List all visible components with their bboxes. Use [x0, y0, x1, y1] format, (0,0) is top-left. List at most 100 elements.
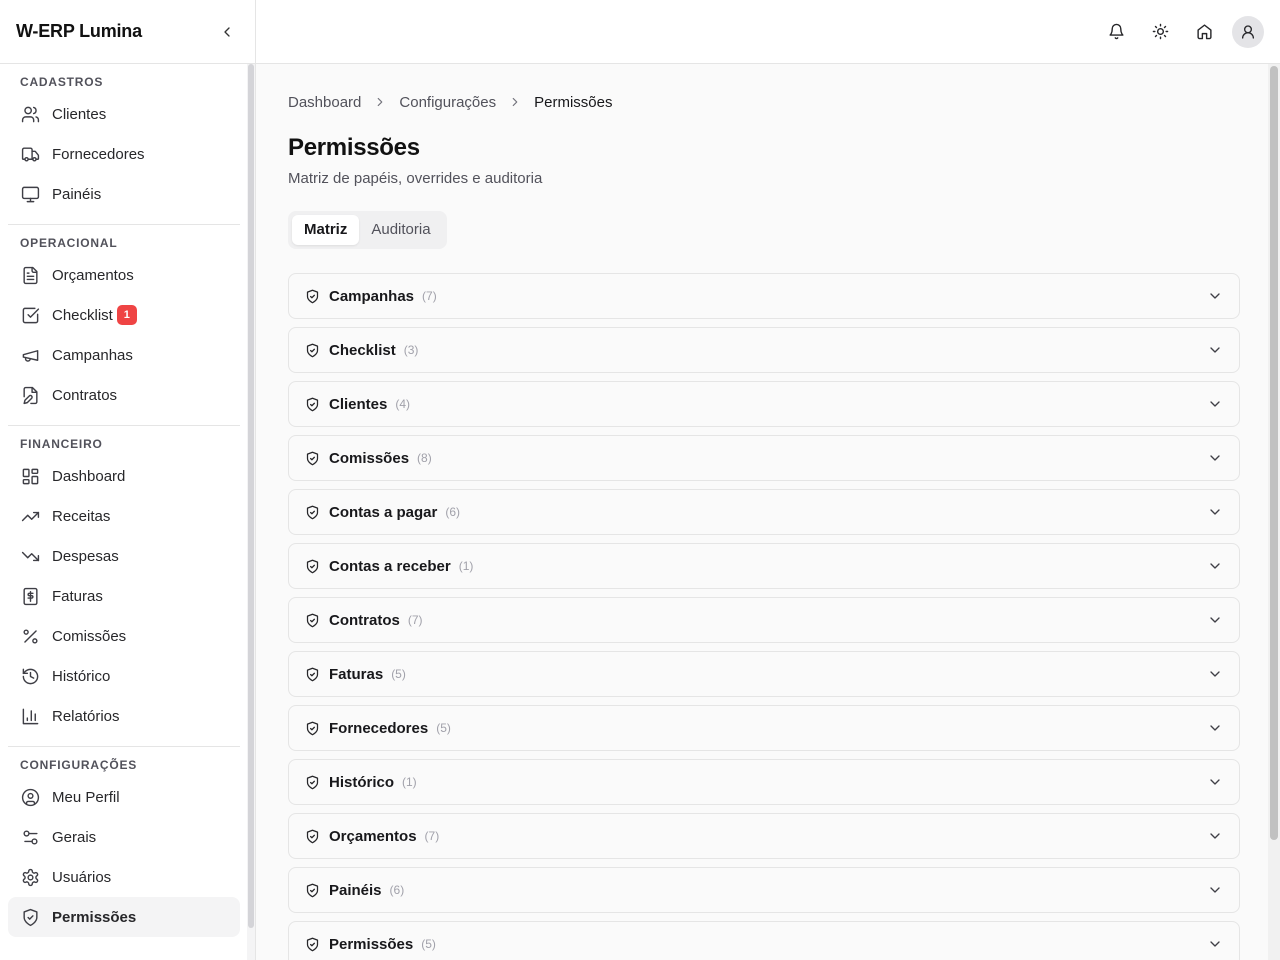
percent-icon-wrap [20, 626, 40, 646]
shield-check-icon-wrap [305, 936, 321, 952]
home-icon [1196, 24, 1212, 40]
notifications-button[interactable] [1100, 16, 1132, 48]
file-text-icon [22, 266, 38, 284]
tab-auditoria[interactable]: Auditoria [359, 215, 442, 245]
sidebar-item-campanhas[interactable]: Campanhas [8, 335, 240, 375]
receipt-dollar-icon-wrap [20, 586, 40, 606]
sidebar-item-relatorios[interactable]: Relatórios [8, 696, 240, 736]
sidebar-section: FINANCEIRO Dashboard Receitas Despesas Fatur… [8, 426, 240, 747]
sidebar-item-despesas[interactable]: Despesas [8, 536, 240, 576]
main-scrollbar-thumb[interactable] [1270, 66, 1278, 840]
shield-check-icon [306, 613, 319, 627]
module-name: Contratos [329, 611, 400, 629]
permission-module-accordion[interactable]: Contratos (7) [288, 597, 1240, 643]
module-permission-count: (4) [395, 397, 411, 411]
sidebar-item-gerais[interactable]: Gerais [8, 817, 240, 857]
chevron-right-icon [373, 95, 387, 109]
sidebar-section-title: FINANCEIRO [20, 437, 103, 451]
home-button[interactable] [1188, 16, 1220, 48]
permission-module-accordion[interactable]: Fornecedores (5) [288, 705, 1240, 751]
module-name: Checklist [329, 341, 396, 359]
shield-check-icon-wrap [20, 907, 40, 927]
module-permission-count: (7) [407, 613, 423, 627]
sidebar-item-historico[interactable]: Histórico [8, 656, 240, 696]
sidebar-item-label: Histórico [52, 667, 111, 685]
shield-check-icon-wrap [305, 342, 321, 358]
sidebar-item-comissoes[interactable]: Comissões [8, 616, 240, 656]
percent-icon [22, 628, 38, 644]
shield-check-icon [306, 775, 319, 789]
permission-module-accordion[interactable]: Orçamentos (7) [288, 813, 1240, 859]
shield-check-icon-wrap [305, 558, 321, 574]
chevron-down-icon [1207, 558, 1223, 574]
breadcrumb-link[interactable]: Dashboard [288, 94, 361, 111]
permission-module-accordion[interactable]: Comissões (8) [288, 435, 1240, 481]
user-menu-button[interactable] [1232, 15, 1264, 48]
sidebar-item-meu-perfil[interactable]: Meu Perfil [8, 777, 240, 817]
sidebar-section-title: CONFIGURAÇÕES [20, 758, 138, 772]
sidebar-item-dashboard[interactable]: Dashboard [8, 456, 240, 496]
sidebar-item-fornecedores[interactable]: Fornecedores [8, 134, 240, 174]
page-subtitle: Matriz de papéis, overrides e auditoria [288, 170, 543, 187]
shield-check-icon [306, 451, 319, 465]
sidebar-item-orcamentos[interactable]: Orçamentos [8, 255, 240, 295]
module-name: Contas a receber [329, 557, 451, 575]
sidebar-item-clientes[interactable]: Clientes [8, 94, 240, 134]
shield-check-icon-wrap [305, 612, 321, 628]
sidebar-item-label: Contratos [52, 386, 118, 404]
permission-module-accordion[interactable]: Contas a receber (1) [288, 543, 1240, 589]
shield-check-icon-wrap [305, 720, 321, 736]
module-permission-count: (6) [389, 883, 405, 897]
shield-check-icon [306, 721, 319, 735]
tab-matriz[interactable]: Matriz [292, 215, 360, 245]
sidebar-nav: CADASTROS Clientes Fornecedores Painéis OPER… [0, 64, 248, 960]
module-permission-count: (7) [424, 829, 440, 843]
sidebar-item-label: Usuários [52, 868, 112, 886]
module-name: Clientes [329, 395, 388, 413]
sidebar-scrollbar-thumb[interactable] [248, 64, 254, 928]
sidebar-header: W-ERP Lumina [0, 0, 255, 64]
permission-module-accordion[interactable]: Contas a pagar (6) [288, 489, 1240, 535]
permission-module-accordion[interactable]: Checklist (3) [288, 327, 1240, 373]
module-name: Faturas [329, 665, 384, 683]
permission-module-accordion[interactable]: Faturas (5) [288, 651, 1240, 697]
sidebar-item-usuarios[interactable]: Usuários [8, 857, 240, 897]
sidebar-item-receitas[interactable]: Receitas [8, 496, 240, 536]
sidebar-item-permissoes[interactable]: Permissões [8, 897, 240, 937]
chevron-left-icon [224, 26, 230, 37]
layout-dashboard-icon-wrap [20, 466, 40, 486]
sidebar-item-label: Receitas [52, 507, 111, 525]
main-scrollbar[interactable] [1268, 64, 1280, 960]
theme-toggle-button[interactable] [1144, 16, 1176, 48]
sidebar-item-checklist[interactable]: Checklist 1 [8, 295, 240, 335]
gear-icon-wrap [20, 867, 40, 887]
sidebar-item-contratos[interactable]: Contratos [8, 375, 240, 415]
shield-check-icon [306, 505, 319, 519]
module-name: Contas a pagar [329, 503, 438, 521]
sidebar-scrollbar[interactable] [247, 64, 255, 960]
permission-module-accordion[interactable]: Painéis (6) [288, 867, 1240, 913]
file-edit-icon [22, 386, 38, 404]
breadcrumb-link[interactable]: Configurações [399, 94, 496, 111]
shield-check-icon [22, 908, 38, 926]
check-square-icon [22, 307, 39, 323]
module-permission-count: (3) [403, 343, 419, 357]
sidebar-item-faturas[interactable]: Faturas [8, 576, 240, 616]
permission-module-accordion[interactable]: Campanhas (7) [288, 273, 1240, 319]
sidebar-item-label: Comissões [52, 627, 127, 645]
permission-module-accordion[interactable]: Permissões (5) [288, 921, 1240, 960]
collapse-sidebar-button[interactable] [215, 20, 239, 44]
users-icon [21, 106, 39, 122]
trending-down-icon [21, 551, 39, 561]
module-permission-count: (8) [417, 451, 432, 465]
permission-module-accordion[interactable]: Histórico (1) [288, 759, 1240, 805]
module-name: Painéis [329, 881, 382, 899]
shield-check-icon [306, 343, 319, 357]
module-permission-count: (1) [402, 775, 417, 789]
permission-module-accordion[interactable]: Clientes (4) [288, 381, 1240, 427]
sidebar-item-label: Painéis [52, 185, 102, 203]
sidebar-item-label: Campanhas [52, 346, 133, 364]
check-square-icon-wrap [20, 305, 40, 325]
sidebar-item-paineis[interactable]: Painéis [8, 174, 240, 214]
chevron-down-icon [1207, 450, 1223, 466]
